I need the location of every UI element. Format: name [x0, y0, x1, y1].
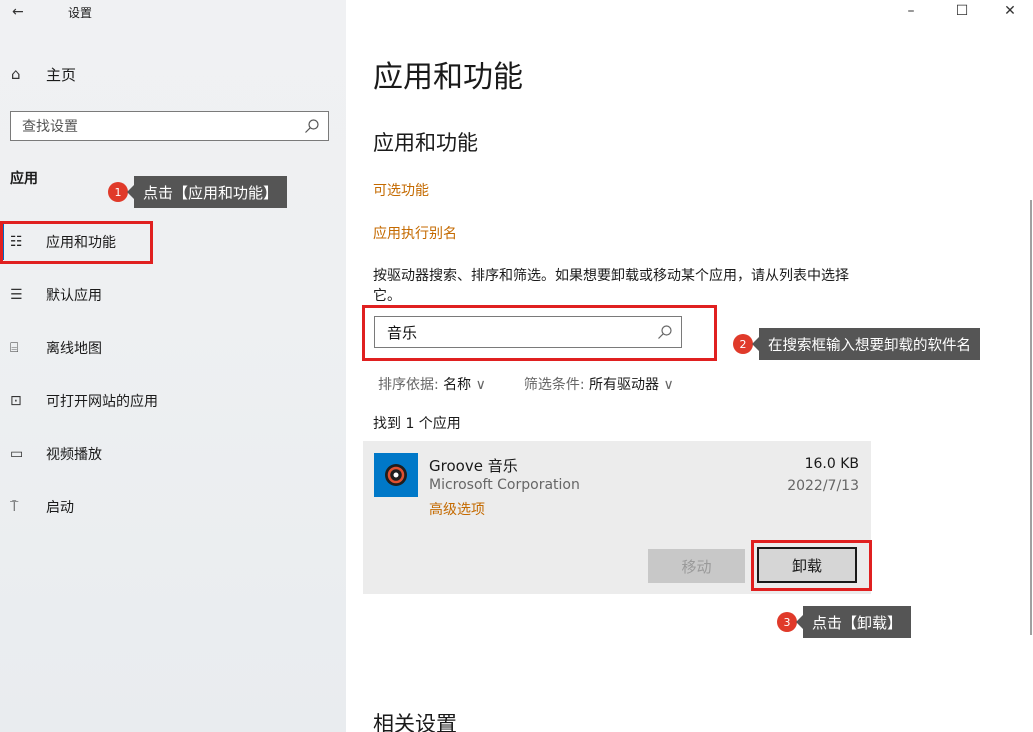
- sidebar-item-label: 应用和功能: [46, 235, 116, 251]
- search-icon: [657, 324, 673, 340]
- sidebar-item-apps-for-websites[interactable]: ⊡ 可打开网站的应用: [0, 383, 346, 419]
- sidebar-item-startup[interactable]: ⍑ 启动: [0, 489, 346, 525]
- callout-text: 点击【应用和功能】: [126, 176, 288, 208]
- callout-step-2: 2 在搜索框输入想要卸载的软件名: [733, 328, 980, 360]
- chevron-down-icon: ∨: [663, 377, 674, 393]
- settings-sidebar: ← 设置 ⌂ 主页 查找设置 应用 ☷ 应用和功能 ☰ 默认应用 ⌸ 离线地图 …: [0, 0, 346, 732]
- filter-label: 筛选条件:: [523, 377, 585, 393]
- search-description: 按驱动器搜索、排序和筛选。如果想要卸载或移动某个应用，请从列表中选择它。: [373, 268, 849, 304]
- related-settings-heading: 相关设置: [373, 712, 457, 732]
- sidebar-item-label: 可打开网站的应用: [46, 394, 158, 410]
- window-title: 设置: [68, 5, 93, 20]
- home-icon: ⌂: [11, 65, 21, 83]
- optional-features-link[interactable]: 可选功能: [373, 180, 429, 200]
- minimize-button[interactable]: –: [888, 0, 934, 22]
- section-label-apps: 应用: [10, 171, 38, 187]
- page-title: 应用和功能: [373, 60, 523, 95]
- sort-dropdown[interactable]: 排序依据: 名称 ∨: [378, 374, 486, 394]
- sidebar-item-label: 默认应用: [46, 288, 102, 304]
- sort-value: 名称: [443, 377, 472, 393]
- sort-label: 排序依据:: [378, 377, 439, 393]
- video-playback-icon: ▭: [10, 446, 24, 462]
- apps-for-websites-icon: ⊡: [10, 393, 22, 409]
- section-title: 应用和功能: [373, 131, 478, 155]
- close-button[interactable]: ✕: [987, 0, 1033, 22]
- step-badge: 1: [108, 182, 128, 202]
- app-size: 16.0 KB: [804, 456, 859, 472]
- default-apps-icon: ☰: [10, 287, 23, 303]
- search-icon: [304, 118, 320, 134]
- app-install-date: 2022/7/13: [787, 478, 859, 494]
- scrollbar[interactable]: [1030, 200, 1032, 635]
- app-search-value: 音乐: [387, 323, 418, 342]
- uninstall-button[interactable]: 卸载: [757, 547, 857, 583]
- advanced-options-link[interactable]: 高级选项: [429, 499, 485, 519]
- move-button[interactable]: 移动: [648, 549, 745, 583]
- callout-text: 在搜索框输入想要卸载的软件名: [752, 328, 980, 360]
- callout-text: 点击【卸载】: [795, 606, 912, 638]
- callout-step-1: 1 点击【应用和功能】: [108, 176, 288, 208]
- sidebar-item-label: 启动: [46, 500, 74, 516]
- sidebar-item-apps-features[interactable]: ☷ 应用和功能: [0, 224, 346, 260]
- offline-maps-icon: ⌸: [10, 340, 19, 356]
- filter-dropdown[interactable]: 筛选条件: 所有驱动器 ∨: [524, 374, 674, 394]
- sidebar-item-label: 离线地图: [46, 341, 102, 357]
- back-arrow-icon[interactable]: ←: [12, 4, 34, 20]
- startup-icon: ⍑: [10, 499, 19, 515]
- sort-filter-row: 排序依据: 名称 ∨ 筛选条件: 所有驱动器 ∨: [378, 374, 674, 394]
- settings-search-input[interactable]: 查找设置: [10, 111, 329, 141]
- maximize-button[interactable]: ☐: [939, 0, 985, 22]
- sidebar-item-video-playback[interactable]: ▭ 视频播放: [0, 436, 346, 472]
- app-name: Groove 音乐: [429, 457, 518, 475]
- filter-value: 所有驱动器: [589, 377, 660, 393]
- step-badge: 2: [733, 334, 753, 354]
- app-execution-alias-link[interactable]: 应用执行别名: [373, 223, 457, 243]
- settings-search-placeholder: 查找设置: [22, 119, 78, 135]
- groove-music-icon: [374, 453, 418, 497]
- app-search-input[interactable]: 音乐: [374, 316, 682, 348]
- app-publisher: Microsoft Corporation: [429, 477, 580, 493]
- home-label: 主页: [46, 65, 77, 84]
- sidebar-item-label: 视频播放: [46, 447, 102, 463]
- callout-step-3: 3 点击【卸载】: [777, 606, 912, 638]
- found-count: 找到 1 个应用: [373, 416, 461, 432]
- chevron-down-icon: ∨: [475, 377, 486, 393]
- app-list-item[interactable]: Groove 音乐 Microsoft Corporation 高级选项 16.…: [363, 441, 871, 594]
- sidebar-item-offline-maps[interactable]: ⌸ 离线地图: [0, 330, 346, 366]
- step-badge: 3: [777, 612, 797, 632]
- title-bar: ← 设置: [12, 2, 92, 22]
- apps-features-icon: ☷: [10, 234, 23, 250]
- home-nav-item[interactable]: ⌂ 主页: [11, 63, 76, 85]
- sidebar-item-default-apps[interactable]: ☰ 默认应用: [0, 277, 346, 313]
